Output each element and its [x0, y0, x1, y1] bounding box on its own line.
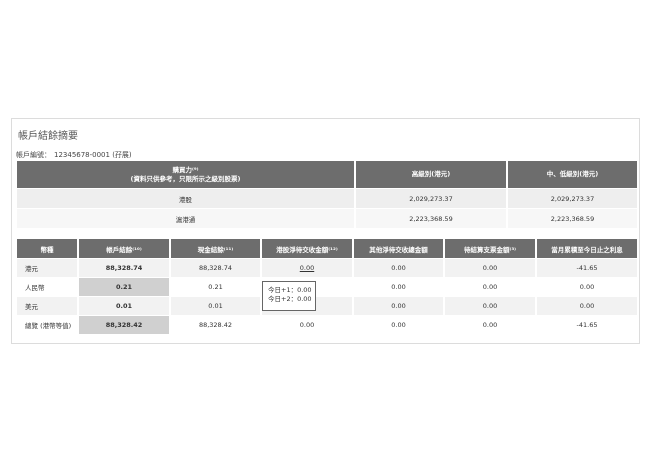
table-row: 總覽 (港幣等值) 88,328.42 88,328.42 0.00 0.00 …	[17, 316, 637, 334]
pending-settlement-tooltip: 今日+1：0.00 今日+2：0.00	[262, 281, 316, 311]
cheque-pending-header: 待結算支票金額⁽³⁾	[445, 239, 535, 258]
buying-power-header: 購買力⁽⁹⁾ (資料只供參考，只限所示之級別股票)	[17, 161, 354, 188]
account-number-label: 帳戶編號：	[16, 151, 51, 159]
table-row: 滬港通 2,223,368.59 2,223,368.59	[17, 209, 637, 228]
currency-header: 幣種	[17, 239, 77, 258]
interest-header: 當月累積至今日止之利息	[537, 239, 637, 258]
other-pending-header: 其他淨待交收總金額	[354, 239, 443, 258]
account-number-value: 12345678-0001 (孖展)	[54, 151, 132, 159]
buying-power-table: 購買力⁽⁹⁾ (資料只供參考，只限所示之級別股票) 高級別(港元) 中、低級別(…	[15, 160, 639, 229]
cash-balance-header: 現金結餘⁽¹¹⁾	[171, 239, 260, 258]
hk-pending-header: 港股淨待交收金額⁽¹²⁾	[262, 239, 352, 258]
hk-pending-link[interactable]: 0.00	[300, 264, 314, 272]
high-grade-header: 高級別(港元)	[356, 161, 506, 188]
account-balance-header: 帳戶結餘⁽¹⁰⁾	[79, 239, 169, 258]
mid-low-grade-header: 中、低級別(港元)	[508, 161, 637, 188]
table-row: 人民幣 0.21 0.21 0.00 0.00 0.00	[17, 278, 637, 296]
page-title: 帳戶結餘摘要	[18, 131, 78, 142]
account-number: 帳戶編號： 12345678-0001 (孖展)	[16, 150, 135, 160]
balance-table: 幣種 帳戶結餘⁽¹⁰⁾ 現金結餘⁽¹¹⁾ 港股淨待交收金額⁽¹²⁾ 其他淨待交收…	[15, 238, 639, 335]
table-row: 港元 88,328.74 88,328.74 0.00 0.00 0.00 -4…	[17, 259, 637, 277]
table-row: 美元 0.01 0.01 0.00 0.00 0.00	[17, 297, 637, 315]
table-row: 港股 2,029,273.37 2,029,273.37	[17, 189, 637, 208]
account-summary-panel: 帳戶結餘摘要 帳戶編號： 12345678-0001 (孖展) 購買力⁽⁹⁾ (資…	[11, 118, 640, 344]
